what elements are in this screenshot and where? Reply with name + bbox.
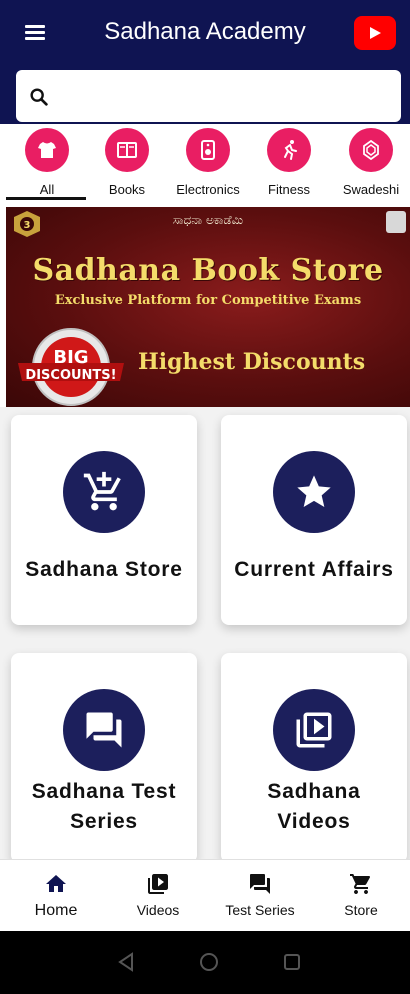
home-circle-icon[interactable] (196, 949, 222, 975)
card-title: Sadhana Store (25, 558, 183, 581)
category-swadeshi[interactable]: Swadeshi (326, 128, 410, 200)
system-nav-bar (0, 931, 410, 994)
back-icon[interactable] (113, 949, 139, 975)
nav-label: Home (34, 902, 78, 919)
category-label: Swadeshi (342, 182, 400, 197)
app-bar: Sadhana Academy (0, 0, 410, 124)
cart-icon (350, 874, 371, 894)
nav-test-series[interactable]: Test Series (210, 868, 310, 928)
category-label: Fitness (268, 182, 310, 197)
badge-line-1: BIG (53, 347, 88, 368)
category-fitness[interactable]: Fitness (244, 128, 334, 200)
nav-label: Videos (136, 902, 180, 918)
category-label: Electronics (176, 182, 240, 197)
banner-tagline: Highest Discounts (138, 349, 366, 375)
badge-line-2: DISCOUNTS! (25, 368, 116, 383)
category-electronics[interactable]: Electronics (163, 128, 253, 200)
sadhana-store-card[interactable]: Sadhana Store (11, 415, 197, 625)
sadhana-videos-card[interactable]: Sadhana Videos (221, 653, 407, 863)
category-all[interactable]: All (2, 128, 92, 200)
current-affairs-card[interactable]: Current Affairs (221, 415, 407, 625)
nav-store[interactable]: Store (311, 868, 410, 928)
search-input[interactable] (60, 78, 390, 114)
search-bar (16, 70, 401, 122)
banner-kannada-text: ಸಾಧನಾ ಅಕಾಡೆಮಿ (172, 213, 244, 227)
big-discounts-badge: BIG DISCOUNTS! (18, 328, 124, 406)
category-books[interactable]: Books (82, 128, 172, 200)
app-title: Sadhana Academy (104, 18, 306, 45)
electronics-icon (186, 128, 230, 172)
running-icon (267, 128, 311, 172)
selected-category-indicator (6, 197, 86, 200)
chat-icon (63, 689, 145, 771)
feature-grid: Sadhana Store Current Affairs Sadhana Te… (0, 407, 410, 863)
card-title: Current Affairs (234, 558, 394, 581)
recents-icon[interactable] (279, 949, 305, 975)
card-title: Sadhana Test Series (31, 780, 177, 833)
star-icon (273, 451, 355, 533)
home-icon (46, 875, 66, 892)
banner-subtitle: Exclusive Platform for Competitive Exams (54, 293, 362, 308)
cart-add-icon (63, 451, 145, 533)
tshirt-icon (25, 128, 69, 172)
bottom-navigation: Home Videos Test Series Store (0, 859, 410, 931)
youtube-icon[interactable] (354, 16, 396, 50)
promo-banner[interactable]: 3 ಸಾಧನಾ ಅಕಾಡೆಮಿ Sadhana Book Store Exclu… (6, 207, 410, 407)
category-label: Books (108, 182, 146, 197)
category-label: All (39, 182, 55, 197)
banner-title: Sadhana Book Store (32, 253, 384, 288)
nav-label: Test Series (225, 902, 295, 918)
book-icon (105, 128, 149, 172)
nav-home[interactable]: Home (6, 868, 106, 928)
video-icon (148, 874, 168, 894)
nav-videos[interactable]: Videos (108, 868, 208, 928)
card-title: Sadhana Videos (267, 780, 361, 833)
video-library-icon (273, 689, 355, 771)
chat-icon (250, 874, 270, 894)
nav-label: Store (344, 902, 378, 918)
category-bar: All Books Electronics Fitness Swadeshi (0, 124, 410, 204)
swadeshi-icon (349, 128, 393, 172)
search-icon (30, 88, 48, 106)
test-series-card[interactable]: Sadhana Test Series (11, 653, 197, 863)
